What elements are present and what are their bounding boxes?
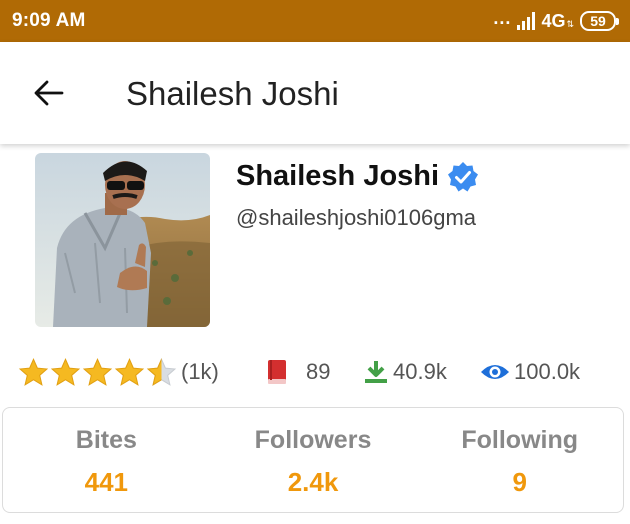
eye-icon bbox=[481, 365, 509, 379]
battery-icon: 59 bbox=[580, 11, 619, 31]
avatar[interactable] bbox=[35, 153, 210, 327]
downloads-stat: 40.9k bbox=[363, 355, 447, 389]
followers-label: Followers bbox=[254, 426, 372, 454]
following-count: 9 bbox=[512, 467, 527, 497]
book-icon bbox=[268, 360, 286, 384]
star-icon bbox=[114, 357, 145, 386]
bites-count: 441 bbox=[84, 467, 129, 497]
status-icons: ... 4G ⇅ 59 bbox=[493, 8, 619, 33]
downloads-count: 40.9k bbox=[393, 359, 447, 384]
books-stat: 89 bbox=[266, 355, 330, 389]
profile-name-row: Shailesh Joshi bbox=[236, 160, 479, 193]
profile-stats-row: (1k) 89 40.9k 100.0k bbox=[18, 355, 618, 389]
bites-tab[interactable]: Bites 441 bbox=[3, 408, 210, 512]
app-bar: Shailesh Joshi bbox=[0, 42, 630, 144]
avatar-image bbox=[35, 153, 210, 327]
star-icon bbox=[82, 357, 113, 386]
views-stat: 100.0k bbox=[480, 355, 580, 389]
signal-icon bbox=[517, 12, 536, 30]
back-button[interactable] bbox=[32, 76, 66, 110]
profile-name: Shailesh Joshi bbox=[236, 160, 440, 192]
rating[interactable]: (1k) bbox=[18, 355, 219, 389]
bites-label: Bites bbox=[75, 426, 137, 454]
download-icon bbox=[365, 361, 387, 383]
rating-stars bbox=[18, 357, 177, 388]
verified-badge-icon bbox=[447, 161, 479, 193]
page-title: Shailesh Joshi bbox=[126, 75, 339, 112]
followers-tab[interactable]: Followers 2.4k bbox=[210, 408, 417, 512]
status-time: 9:09 AM bbox=[12, 10, 86, 31]
star-icon bbox=[50, 357, 81, 386]
following-tab[interactable]: Following 9 bbox=[416, 408, 623, 512]
profile-handle: @shaileshjoshi0106gma bbox=[236, 205, 477, 230]
network-type: 4G bbox=[541, 10, 566, 31]
star-half-icon bbox=[146, 357, 177, 386]
following-label: Following bbox=[461, 426, 578, 454]
star-icon bbox=[18, 357, 49, 386]
notification-dots-icon: ... bbox=[493, 8, 512, 28]
rating-count: (1k) bbox=[181, 359, 219, 384]
views-count: 100.0k bbox=[514, 359, 581, 384]
status-bar: 9:09 AM ... 4G ⇅ 59 bbox=[0, 0, 630, 42]
arrow-left-icon bbox=[34, 80, 64, 106]
followers-count: 2.4k bbox=[287, 467, 339, 497]
battery-level: 59 bbox=[590, 13, 606, 29]
books-count: 89 bbox=[306, 359, 331, 384]
profile-counts: Bites 441 Followers 2.4k Following 9 bbox=[2, 407, 624, 513]
data-activity-icon: ⇅ bbox=[566, 18, 574, 29]
